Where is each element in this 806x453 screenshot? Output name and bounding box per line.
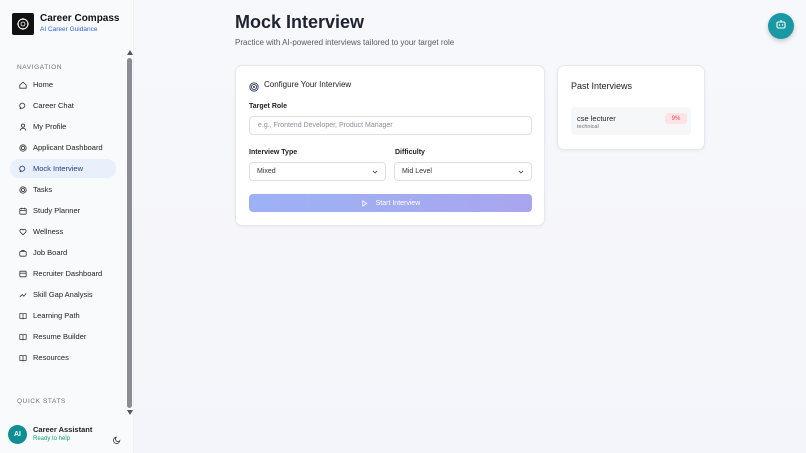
bot-icon bbox=[775, 17, 787, 35]
sidebar-item-label: Home bbox=[33, 80, 54, 89]
sidebar-item-mock-interview[interactable]: Mock Interview bbox=[10, 159, 116, 178]
sidebar-item-label: Wellness bbox=[33, 227, 64, 236]
interview-type-label: Interview Type bbox=[249, 149, 298, 156]
scroll-down-arrow-icon[interactable] bbox=[127, 410, 133, 415]
avatar: AI bbox=[8, 425, 27, 444]
difficulty-value: Mid Level bbox=[402, 168, 432, 175]
assistant-fab-button[interactable] bbox=[768, 13, 794, 39]
brand-subtitle: AI Career Guidance bbox=[40, 26, 98, 33]
sidebar-item-label: My Profile bbox=[33, 122, 67, 131]
sidebar-item-label: Recruiter Dashboard bbox=[33, 269, 103, 278]
sidebar-item-wellness[interactable]: Wellness bbox=[10, 222, 116, 241]
page-title: Mock Interview bbox=[235, 12, 365, 32]
score-badge: 9% bbox=[665, 113, 687, 124]
page-subtitle: Practice with AI-powered interviews tail… bbox=[235, 38, 455, 47]
play-icon bbox=[361, 199, 368, 207]
target-icon bbox=[19, 185, 27, 194]
sidebar-item-resume-builder[interactable]: Resume Builder bbox=[10, 327, 116, 346]
sidebar-item-label: Job Board bbox=[33, 248, 68, 257]
sidebar-item-label: Study Planner bbox=[33, 206, 81, 215]
sidebar-item-label: Applicant Dashboard bbox=[33, 143, 103, 152]
user-profile[interactable]: AI Career Assistant Ready to help bbox=[8, 425, 92, 444]
sidebar-item-label: Resources bbox=[33, 353, 69, 362]
interview-type-value: Mixed bbox=[257, 168, 276, 175]
past-interview-type: technical bbox=[577, 124, 599, 130]
past-interviews-title: Past Interviews bbox=[571, 81, 633, 91]
brand-title: Career Compass bbox=[40, 13, 120, 24]
sidebar-item-learning-path[interactable]: Learning Path bbox=[10, 306, 116, 325]
user-name: Career Assistant bbox=[33, 425, 93, 434]
brand[interactable]: Career Compass AI Career Guidance bbox=[12, 13, 119, 35]
scrollbar-thumb[interactable] bbox=[127, 58, 132, 408]
book-icon bbox=[19, 354, 27, 362]
sidebar-item-recruiter-dashboard[interactable]: Recruiter Dashboard bbox=[10, 264, 116, 283]
users-icon bbox=[19, 270, 27, 278]
start-interview-button[interactable]: Start Interview bbox=[249, 194, 532, 212]
sidebar-item-my-profile[interactable]: My Profile bbox=[10, 117, 116, 136]
briefcase-icon bbox=[19, 249, 27, 257]
chevron-down-icon bbox=[372, 170, 378, 174]
sidebar-item-home[interactable]: Home bbox=[10, 75, 116, 94]
target-role-label: Target Role bbox=[249, 103, 287, 110]
past-interview-role: cse lecturer bbox=[577, 114, 616, 123]
sidebar: Career Compass AI Career Guidance NAVIGA… bbox=[0, 0, 134, 453]
difficulty-label: Difficulty bbox=[395, 149, 425, 156]
sidebar-item-tasks[interactable]: Tasks bbox=[10, 180, 116, 199]
sidebar-item-label: Career Chat bbox=[33, 101, 74, 110]
chat-icon bbox=[19, 165, 27, 173]
sidebar-item-label: Resume Builder bbox=[33, 332, 87, 341]
difficulty-select[interactable]: Mid Level bbox=[394, 162, 532, 181]
trend-icon bbox=[19, 291, 27, 299]
sidebar-item-resources[interactable]: Resources bbox=[10, 348, 116, 367]
chevron-down-icon bbox=[518, 170, 524, 174]
user-status: Ready to help bbox=[33, 436, 71, 442]
past-interviews-card: Past Interviews cse lecturer technical 9… bbox=[557, 65, 705, 150]
book-icon bbox=[19, 333, 27, 341]
configure-title: Configure Your Interview bbox=[264, 79, 352, 89]
sidebar-item-career-chat[interactable]: Career Chat bbox=[10, 96, 116, 115]
theme-toggle-moon-icon[interactable] bbox=[113, 431, 122, 444]
interview-type-select[interactable]: Mixed bbox=[249, 162, 386, 181]
sidebar-item-label: Mock Interview bbox=[33, 164, 84, 173]
sidebar-item-label: Tasks bbox=[33, 185, 53, 194]
sidebar-item-job-board[interactable]: Job Board bbox=[10, 243, 116, 262]
heart-icon bbox=[19, 228, 27, 236]
home-icon bbox=[19, 81, 27, 89]
quick-stats-heading: QUICK STATS bbox=[17, 398, 66, 405]
start-interview-label: Start Interview bbox=[375, 199, 421, 207]
target-icon bbox=[19, 143, 27, 152]
past-interview-item[interactable]: cse lecturer technical 9% bbox=[571, 107, 691, 135]
target-role-input[interactable]: e.g., Frontend Developer, Product Manage… bbox=[249, 116, 532, 135]
chat-icon bbox=[19, 102, 27, 110]
brand-logo-icon bbox=[12, 13, 34, 35]
sidebar-item-applicant-dashboard[interactable]: Applicant Dashboard bbox=[10, 138, 116, 157]
sidebar-scrollbar[interactable] bbox=[127, 50, 133, 420]
sidebar-nav: Home Career Chat My Profile Applicant Da… bbox=[10, 75, 116, 369]
sidebar-item-study-planner[interactable]: Study Planner bbox=[10, 201, 116, 220]
target-role-placeholder: e.g., Frontend Developer, Product Manage… bbox=[258, 122, 393, 129]
sidebar-item-label: Skill Gap Analysis bbox=[33, 290, 93, 299]
book-icon bbox=[19, 312, 27, 320]
sidebar-item-skill-gap-analysis[interactable]: Skill Gap Analysis bbox=[10, 285, 116, 304]
target-icon bbox=[249, 79, 259, 92]
user-icon bbox=[19, 123, 27, 131]
sidebar-item-label: Learning Path bbox=[33, 311, 80, 320]
configure-interview-card: Configure Your Interview Target Role e.g… bbox=[235, 65, 545, 226]
calendar-icon bbox=[19, 207, 27, 215]
nav-heading: NAVIGATION bbox=[17, 64, 63, 71]
scroll-up-arrow-icon[interactable] bbox=[127, 50, 133, 55]
